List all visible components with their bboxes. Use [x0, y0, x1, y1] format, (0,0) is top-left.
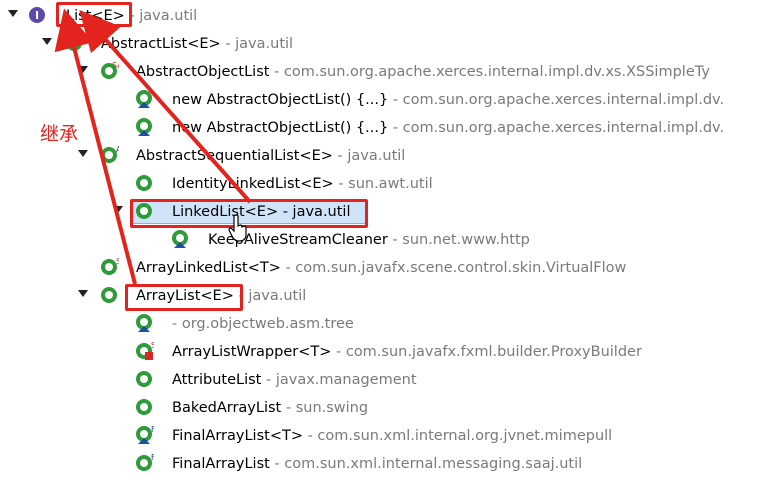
anonymous-class-icon	[136, 314, 152, 332]
tree-row-identitylinkedlist[interactable]: IdentityLinkedList<E> - sun.awt.util	[0, 170, 770, 197]
svg-text:A: A	[116, 145, 119, 154]
static-private-class-icon: S	[136, 341, 154, 360]
tree-row-bakedarraylist[interactable]: BakedArrayList - sun.swing	[0, 394, 770, 421]
hand-cursor-icon	[228, 214, 247, 242]
type-name: new AbstractObjectList() {...}	[172, 92, 389, 108]
svg-text:S: S	[116, 257, 119, 266]
tree-row-abstractlist[interactable]: A AbstractList<E> - java.util	[0, 30, 770, 57]
anonymous-class-icon	[136, 118, 152, 136]
type-name: ArrayListWrapper<T>	[172, 344, 332, 360]
svg-text:S: S	[151, 341, 154, 350]
type-name: FinalArrayList	[172, 456, 270, 472]
svg-text:F: F	[151, 425, 154, 434]
package-name: - com.sun.xml.internal.messaging.saaj.ut…	[269, 456, 583, 472]
package-name: - java.util	[124, 8, 198, 24]
tree-row-arraylistwrapper[interactable]: S ArrayListWrapper<T> - com.sun.javafx.f…	[0, 338, 770, 365]
class-icon	[136, 175, 152, 191]
tree-row-anonymous-asm[interactable]: - org.objectweb.asm.tree	[0, 310, 770, 337]
tree-row-attributelist[interactable]: AttributeList - javax.management	[0, 366, 770, 393]
abstract-class-icon: A	[66, 33, 84, 51]
package-name: - com.sun.javafx.fxml.builder.ProxyBuild…	[331, 344, 642, 360]
package-name: - sun.awt.util	[333, 176, 433, 192]
package-name: - java.util	[220, 36, 294, 52]
tree-row-finalarraylist-mimepull[interactable]: F FinalArrayList<T> - com.sun.xml.intern…	[0, 422, 770, 449]
package-name: - com.sun.org.apache.xerces.internal.imp…	[388, 120, 725, 136]
expand-arrow-icon[interactable]	[78, 66, 88, 73]
class-icon	[136, 371, 152, 387]
tree-row-abstractsequentiallist[interactable]: A AbstractSequentialList<E> - java.util	[0, 142, 770, 169]
anonymous-class-icon	[136, 90, 152, 108]
type-name: new AbstractObjectList() {...}	[172, 120, 389, 136]
interface-icon: I	[29, 7, 45, 23]
svg-text:I: I	[35, 9, 39, 22]
highlight-box-arraylist	[125, 284, 243, 311]
tree-row-finalarraylist-saaj[interactable]: F FinalArrayList - com.sun.xml.internal.…	[0, 450, 770, 477]
type-name: IdentityLinkedList<E>	[172, 176, 334, 192]
final-class-icon: F	[136, 425, 154, 444]
tree-row-anonymous-1[interactable]: new AbstractObjectList() {...} - com.sun…	[0, 86, 770, 113]
package-name: - java.util	[332, 148, 406, 164]
tree-row-keepalivestreamcleaner[interactable]: KeepAliveStreamCleaner - sun.net.www.htt…	[0, 226, 770, 253]
package-name: - com.sun.org.apache.xerces.internal.imp…	[388, 92, 725, 108]
type-name: FinalArrayList<T>	[172, 428, 303, 444]
package-name: - sun.swing	[281, 400, 369, 416]
static-class-icon: S	[101, 257, 119, 275]
tree-row-linkedlist[interactable]: LinkedList<E> - java.util	[0, 198, 770, 225]
static-abstract-class-icon: SA	[101, 61, 119, 79]
svg-text:SA: SA	[112, 61, 119, 70]
expand-arrow-icon[interactable]	[78, 150, 88, 157]
svg-text:F: F	[151, 453, 154, 462]
expand-arrow-icon[interactable]	[78, 290, 88, 297]
expand-arrow-icon[interactable]	[8, 10, 18, 17]
highlight-box-list	[56, 2, 132, 27]
tree-row-arraylist[interactable]: ArrayList<E> - java.util	[0, 282, 770, 309]
type-name: AbstractList<E>	[101, 36, 221, 52]
inherit-annotation: 继承	[40, 123, 79, 145]
expand-arrow-icon[interactable]	[113, 206, 123, 213]
highlight-box-linkedlist	[130, 199, 368, 228]
type-name: AbstractSequentialList<E>	[136, 148, 333, 164]
tree-row-abstractobjectlist[interactable]: SA AbstractObjectList - com.sun.org.apac…	[0, 58, 770, 85]
package-name: - org.objectweb.asm.tree	[172, 316, 354, 332]
final-class-icon: F	[136, 453, 154, 471]
type-name: AttributeList	[172, 372, 262, 388]
abstract-class-icon: A	[101, 145, 119, 163]
class-icon	[101, 287, 117, 303]
svg-text:A: A	[82, 33, 84, 42]
expand-arrow-icon[interactable]	[42, 38, 52, 45]
tree-row-anonymous-2[interactable]: new AbstractObjectList() {...} - com.sun…	[0, 114, 770, 141]
package-name: - sun.net.www.http	[387, 232, 530, 248]
package-name: - com.sun.org.apache.xerces.internal.imp…	[269, 64, 710, 80]
package-name: - javax.management	[261, 372, 417, 388]
class-icon	[172, 230, 188, 248]
tree-row-arraylinkedlist[interactable]: S ArrayLinkedList<T> - com.sun.javafx.sc…	[0, 254, 770, 281]
package-name: - com.sun.javafx.scene.control.skin.Virt…	[280, 260, 627, 276]
type-name: ArrayLinkedList<T>	[136, 260, 281, 276]
type-name: BakedArrayList	[172, 400, 282, 416]
package-name: - com.sun.xml.internal.org.jvnet.mimepul…	[302, 428, 613, 444]
package-name: - java.util	[233, 288, 307, 304]
type-name: AbstractObjectList	[136, 64, 270, 80]
class-icon	[136, 399, 152, 415]
